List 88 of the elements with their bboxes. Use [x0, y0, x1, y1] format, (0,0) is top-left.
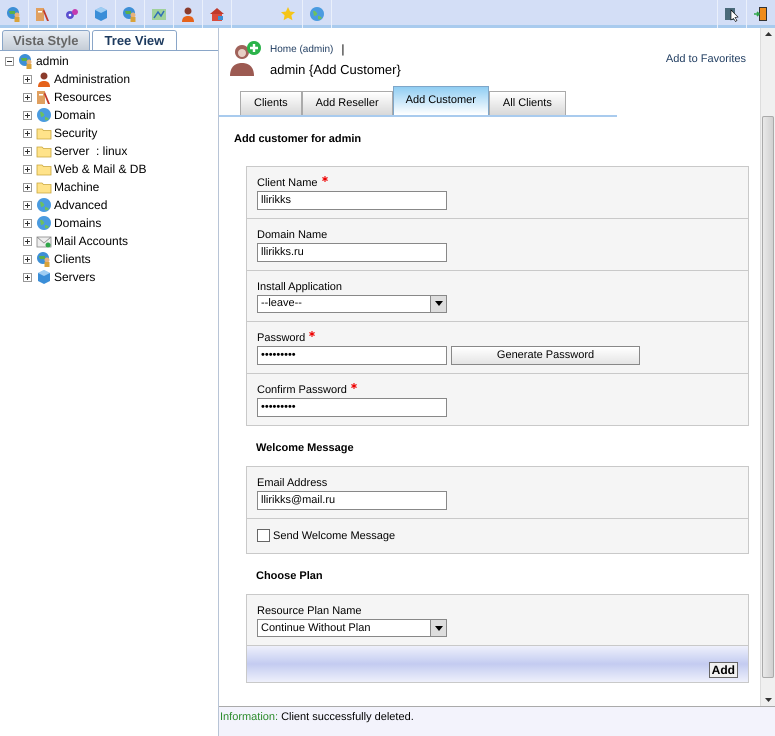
globe-icon [36, 215, 52, 231]
checkbox-label: Send Welcome Message [273, 528, 396, 544]
input-field[interactable]: llirikks [257, 190, 447, 210]
expand-icon[interactable] [23, 272, 32, 282]
tree-item[interactable]: Server : linux [54, 142, 128, 160]
add-user-icon [228, 40, 264, 76]
checkbox[interactable] [257, 529, 270, 542]
password-field[interactable]: ••••••••• [257, 346, 447, 364]
map-icon [151, 6, 167, 22]
cube-icon [36, 269, 52, 285]
globe-person-icon [36, 251, 52, 267]
expand-icon[interactable] [23, 110, 32, 120]
breadcrumb-link[interactable]: Home (admin) [270, 42, 334, 56]
tree-item[interactable]: Administration [54, 70, 130, 88]
scrollbar[interactable] [760, 28, 775, 706]
tree-item[interactable]: Web & Mail & DB [54, 160, 146, 178]
globe-person-icon [18, 53, 34, 69]
globe-icon [309, 6, 325, 22]
globe-person-icon [6, 6, 22, 22]
password-field[interactable]: ••••••••• [257, 398, 447, 416]
field-label: Password [257, 330, 306, 346]
tree-item[interactable]: Servers [54, 268, 96, 286]
field-label: Confirm Password [257, 382, 347, 398]
field-label: Client Name [257, 176, 318, 190]
tab[interactable]: Add Reseller [302, 90, 393, 114]
tools-icon [36, 89, 52, 105]
star-icon [280, 6, 296, 22]
cube-icon [93, 6, 109, 22]
tree-item[interactable]: Mail Accounts [54, 232, 128, 250]
expand-icon[interactable] [23, 182, 32, 192]
expand-icon[interactable] [23, 128, 32, 138]
tab[interactable]: Clients [240, 90, 302, 114]
tab[interactable]: All Clients [488, 90, 566, 114]
group-title: Choose Plan [256, 570, 323, 582]
add-button[interactable]: Add [708, 662, 738, 678]
panel-tab[interactable]: Tree View [92, 30, 178, 50]
expand-icon[interactable] [23, 236, 32, 246]
dropdown-arrow-icon [434, 626, 442, 630]
expand-icon[interactable] [23, 164, 32, 174]
expand-icon[interactable] [23, 218, 32, 228]
scroll-down-icon[interactable] [764, 698, 772, 702]
page-title: admin {Add Customer} [270, 61, 401, 79]
generate-password-button[interactable]: Generate Password [451, 346, 640, 364]
door-icon [753, 6, 769, 22]
field-label: Domain Name [257, 228, 328, 242]
tree-item[interactable]: Resources [54, 88, 112, 106]
expand-icon[interactable] [23, 92, 32, 102]
globe-person-icon [122, 6, 138, 22]
globe-icon [36, 107, 52, 123]
required-asterisk-icon [350, 382, 357, 388]
select-field[interactable]: --leave-- [257, 294, 447, 312]
breadcrumb-separator: | [341, 41, 344, 58]
tree-item[interactable]: Domains [54, 214, 102, 232]
required-asterisk-icon [322, 176, 328, 182]
field-label: Email Address [257, 476, 328, 490]
tree-item[interactable]: admin [36, 52, 69, 70]
dropdown-arrow-icon [434, 301, 442, 306]
input-field[interactable]: llirikks@mail.ru [257, 490, 447, 510]
tab[interactable]: Add Customer [392, 86, 489, 114]
expand-icon[interactable] [23, 200, 32, 210]
field-label: Install Application [257, 280, 342, 294]
collapse-icon[interactable] [5, 56, 14, 66]
add-to-favorites-link[interactable]: Add to Favorites [666, 51, 746, 80]
person-icon [36, 71, 52, 87]
person-icon [180, 6, 196, 22]
gears-icon [64, 6, 80, 22]
expand-icon[interactable] [23, 146, 32, 156]
panel-tab[interactable]: Vista Style [2, 30, 90, 50]
group-title: Welcome Message [256, 442, 354, 454]
field-label: Resource Plan Name [257, 604, 362, 619]
status-label: Information: [220, 710, 278, 726]
expand-icon[interactable] [23, 254, 32, 264]
tree-item[interactable]: Machine [54, 178, 100, 196]
tree-item[interactable]: Advanced [54, 196, 108, 214]
cursor-icon [724, 6, 740, 22]
globe-icon [36, 197, 52, 213]
house-icon [209, 6, 225, 22]
section-title: Add customer for admin [234, 132, 362, 144]
required-asterisk-icon [309, 330, 316, 336]
expand-icon[interactable] [23, 74, 32, 84]
tools-icon [35, 6, 51, 22]
tree-item[interactable]: Domain [54, 106, 96, 124]
input-field[interactable]: llirikks.ru [257, 242, 447, 262]
select-field[interactable]: Continue Without Plan [257, 619, 447, 637]
tree-item[interactable]: Clients [54, 250, 91, 268]
status-message: Client successfully deleted. [281, 710, 414, 726]
tree-item[interactable]: Security [54, 124, 98, 142]
scroll-up-icon[interactable] [764, 32, 772, 36]
